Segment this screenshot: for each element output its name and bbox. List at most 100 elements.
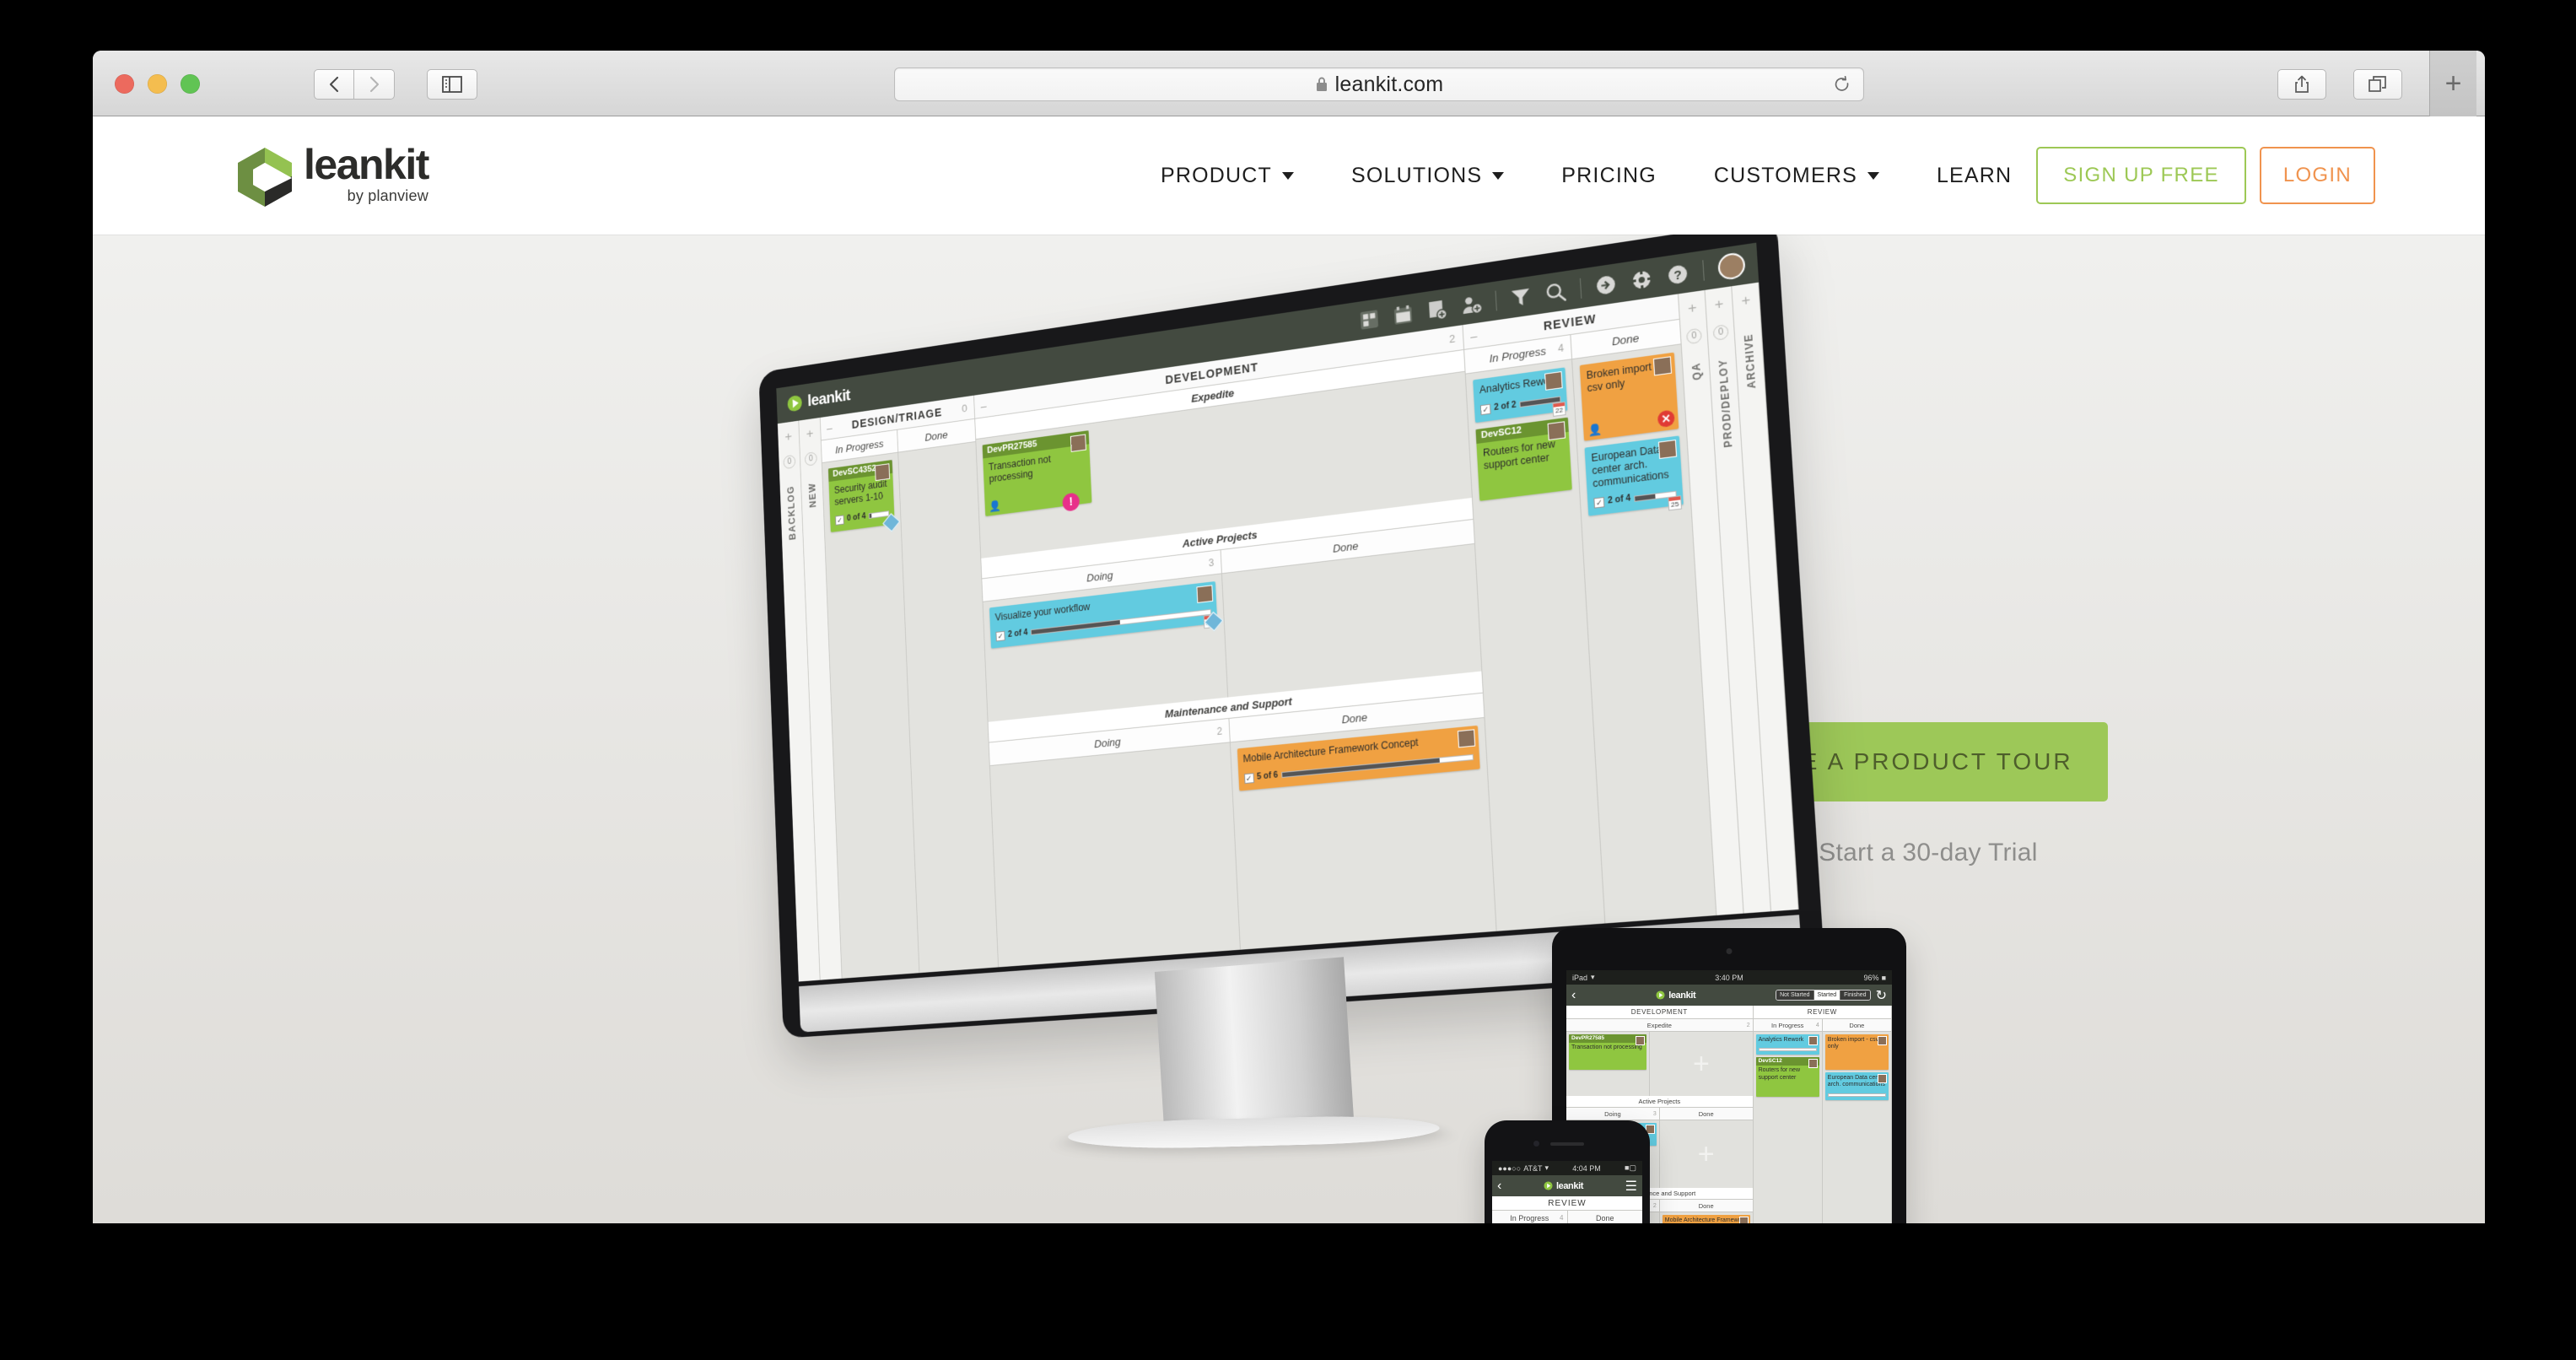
status-filter-segmented-control[interactable]: Not Started Started Finished [1776, 990, 1871, 1001]
chevron-down-icon [1282, 171, 1295, 180]
card-analytics-rework[interactable]: Analytics Rework [1755, 1034, 1819, 1055]
user-avatar[interactable] [1717, 251, 1746, 282]
avatar [1878, 1073, 1887, 1083]
column-wip: 0 [961, 402, 968, 415]
card-analytics-rework[interactable]: Analytics Rework ✓ 2 of 2 22 [1473, 367, 1568, 423]
nav-item-pricing[interactable]: PRICING [1533, 164, 1685, 188]
add-card-plus-icon[interactable]: + [784, 429, 792, 445]
back-button[interactable] [314, 69, 354, 100]
chevron-down-icon [1867, 171, 1879, 180]
nav-item-product[interactable]: PRODUCT [1132, 164, 1323, 188]
cell-maintenance-doing[interactable] [989, 742, 1241, 968]
main-navigation: PRODUCT SOLUTIONS PRICING CUSTOMERS LEAR… [1132, 116, 2161, 235]
add-card-plus-icon[interactable]: + [1714, 295, 1724, 313]
nav-item-customers[interactable]: CUSTOMERS [1685, 164, 1908, 188]
logo-tagline: by planview [347, 186, 428, 204]
settings-gear-icon[interactable] [1630, 267, 1654, 292]
reload-button[interactable] [1833, 75, 1851, 99]
subcolumn-headers: Doing 3 Done [1566, 1108, 1753, 1120]
collapse-icon[interactable]: – [980, 399, 987, 413]
subcolumn-headers: In Progress 4 Done [1753, 1019, 1891, 1032]
subcolumn-doing: Doing 3 [1566, 1108, 1660, 1120]
card-broken-import[interactable]: Broken import - csv only [1824, 1034, 1889, 1070]
card-european-data-center[interactable]: European Data center arch. communication… [1584, 435, 1684, 516]
column-title-label: REVIEW [1543, 311, 1597, 333]
minimize-window-button[interactable] [148, 74, 167, 94]
cell-review-inprogress[interactable]: Analytics Rework DevSC12 Routers for new… [1754, 1032, 1823, 1223]
iphone-app-nav: ‹ leankit ☰ [1492, 1175, 1642, 1196]
add-card-plus-icon[interactable]: + [1688, 300, 1698, 317]
battery-level: 96% [1863, 973, 1879, 982]
board-logo[interactable]: leankit [786, 386, 850, 413]
add-user-icon[interactable] [1460, 293, 1482, 316]
card-security-audit[interactable]: DevSC4352 Security audit servers 1-10 ✓ … [827, 460, 901, 532]
card-mobile-architecture[interactable]: Mobile Architecture Framework Concept [1662, 1215, 1750, 1223]
card-transaction-not-processing[interactable]: DevPR27585 Transaction not processing 👤 … [982, 430, 1092, 516]
cell-active-done[interactable]: + [1660, 1120, 1753, 1188]
card-routers-support-center[interactable]: DevSC12 Routers for new support center [1475, 417, 1572, 502]
filter-started[interactable]: Started [1813, 990, 1841, 1000]
new-tab-button[interactable]: + [2429, 51, 2476, 116]
refresh-button[interactable]: ↻ [1876, 987, 1887, 1004]
cell-maintenance-done[interactable]: Mobile Architecture Framework Concept ✓ … [1230, 718, 1495, 950]
card-routers-support-center[interactable]: DevSC12 Routers for new support center [1755, 1057, 1819, 1097]
add-card-plus-icon[interactable]: + [806, 425, 814, 441]
cell-expedite[interactable]: DevPR27585 Transaction not processing [1566, 1032, 1651, 1096]
collapse-icon[interactable]: – [827, 421, 833, 434]
back-button[interactable]: ‹ [1497, 1179, 1501, 1194]
calendar-view-icon[interactable] [1393, 303, 1415, 327]
add-card-plus-icon[interactable]: + [1741, 291, 1751, 309]
forward-button[interactable] [354, 69, 395, 100]
cell-maintenance-done[interactable]: Mobile Architecture Framework Concept + [1660, 1212, 1753, 1223]
card-european-data-center[interactable]: European Data center arch. communication… [1824, 1071, 1889, 1100]
sign-up-free-button[interactable]: SIGN UP FREE [2036, 147, 2246, 204]
hamburger-menu-icon[interactable]: ☰ [1625, 1178, 1637, 1195]
card-transaction-not-processing[interactable]: DevPR27585 Transaction not processing [1569, 1034, 1647, 1071]
progress-bar [1758, 1048, 1817, 1052]
back-button[interactable]: ‹ [1571, 988, 1576, 1003]
maximize-window-button[interactable] [181, 74, 200, 94]
nav-item-learn[interactable]: LEARN [1908, 164, 2040, 188]
column-title: DEVELOPMENT [1566, 1006, 1753, 1019]
card-broken-import[interactable]: Broken import - csv only 👤 ✕ [1579, 352, 1679, 441]
collapse-icon[interactable]: – [1470, 328, 1479, 343]
avatar [1070, 434, 1086, 452]
filter-icon[interactable] [1510, 285, 1533, 310]
progress-text: 5 of 6 [1256, 770, 1279, 782]
help-icon[interactable]: ? [1666, 262, 1689, 286]
avatar [1808, 1059, 1818, 1069]
nav-item-solutions[interactable]: SOLUTIONS [1323, 164, 1533, 188]
login-button[interactable]: LOGIN [2259, 147, 2375, 204]
show-all-tabs-button[interactable] [2353, 69, 2402, 100]
subcolumn-done: Done [1659, 1108, 1753, 1120]
checklist-icon: ✓ [1243, 772, 1254, 784]
board-view-icon[interactable] [1359, 307, 1381, 331]
address-bar[interactable]: leankit.com [894, 67, 1864, 101]
swimlane-active-projects-title: Active Projects [1566, 1096, 1753, 1108]
checklist-icon: ✓ [1593, 497, 1605, 509]
new-tab-label: + [2444, 67, 2462, 100]
web-page: leankit by planview PRODUCT SOLUTIONS PR… [93, 116, 2485, 1223]
export-icon[interactable] [1594, 273, 1617, 297]
status-time: 4:04 PM [1572, 1163, 1601, 1173]
tablet-column-review: REVIEW In Progress 4 Done Analytics Rewo… [1753, 1006, 1892, 1223]
add-card-icon[interactable] [1426, 298, 1448, 321]
filter-not-started[interactable]: Not Started [1776, 990, 1814, 1000]
leankit-logo[interactable]: leankit by planview [236, 143, 429, 208]
subcolumn-label: Done [1341, 710, 1368, 726]
close-window-button[interactable] [115, 74, 134, 94]
subcolumn-done: Done [1659, 1200, 1753, 1212]
filter-finished[interactable]: Finished [1840, 990, 1870, 1000]
sidebar-toggle-button[interactable] [427, 69, 477, 100]
person-badge-icon: 👤 [988, 499, 1001, 513]
search-icon[interactable] [1544, 280, 1567, 305]
card-title: Security audit servers 1-10 [833, 478, 887, 508]
cell-expedite-empty[interactable]: + [1650, 1032, 1752, 1096]
avatar [1878, 1036, 1887, 1045]
cell-review-done[interactable]: Broken import - csv only European Data c… [1823, 1032, 1891, 1223]
share-button[interactable] [2277, 69, 2326, 100]
subcolumn-wip: 2 [1216, 725, 1223, 737]
subcolumn-wip: 3 [1208, 556, 1215, 569]
front-camera-icon [1726, 948, 1733, 954]
subcolumn-wip: 4 [1815, 1022, 1819, 1028]
